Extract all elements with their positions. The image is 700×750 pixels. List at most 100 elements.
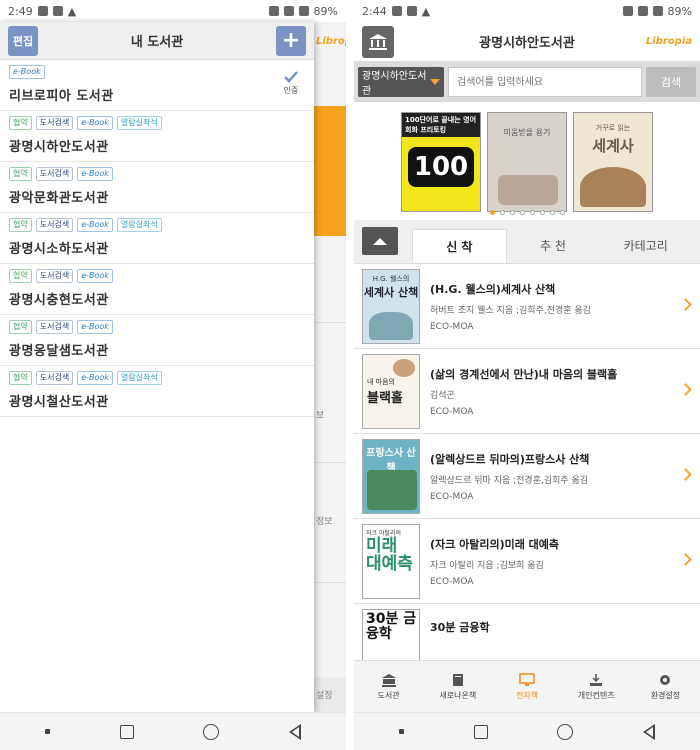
recents-icon[interactable] <box>119 724 134 739</box>
banner-book[interactable]: 100단어로 끝내는 영어회화 프리토킹 100 <box>401 112 481 212</box>
warning-icon: ▲ <box>67 4 77 18</box>
menu-dot-icon[interactable] <box>44 729 50 734</box>
battery-level: 89% <box>313 4 338 18</box>
cover-title: 블랙홀 <box>367 390 403 406</box>
certified-label: 인증 <box>283 86 299 95</box>
cover-title: 미래 <box>366 535 398 556</box>
tag-book-search: 도서검색 <box>35 116 74 130</box>
carousel-dot[interactable] <box>509 210 515 215</box>
tag-ebook: e-Book <box>77 218 113 232</box>
carousel-dot[interactable] <box>549 210 555 215</box>
library-item[interactable]: 협약 도서검색 e-Book 열람실좌석 광명시철산도서관 <box>0 366 314 417</box>
tag-ebook: e-Book <box>77 320 113 334</box>
dropdown-arrow-icon <box>430 79 440 85</box>
collapse-button[interactable] <box>362 227 398 255</box>
library-item[interactable]: e-Book 리브로피아 도서관 인증 <box>0 60 314 111</box>
book-title: (삶의 경계선에서 만난)내 마음의 블랙홀 <box>430 367 618 381</box>
cover-title: 세계사 산책 <box>363 285 419 299</box>
cover-subtitle: 내 마음의 <box>367 377 395 386</box>
notification-icon <box>391 6 402 16</box>
search-button[interactable]: 검색 <box>646 67 696 97</box>
search-input[interactable] <box>448 67 642 97</box>
book-row[interactable]: 자크 아탈리의 미래 대예측 (자크 아탈리의)미래 대예측 자크 아탈리 지음… <box>354 519 700 604</box>
book-row[interactable]: 내 마음의 블랙홀 (삶의 경계선에서 만난)내 마음의 블랙홀 김석곤 ECO… <box>354 349 700 434</box>
library-name: 광명옹달샘도서관 <box>9 344 109 359</box>
menu-settings[interactable]: 환경설정 <box>631 661 700 712</box>
book-cover: 자크 아탈리의 미래 대예측 <box>362 523 420 599</box>
status-time: 2:49 <box>8 4 33 18</box>
book-author: 알렉상드르 뒤마 지음 ;전경훈,김희주 옮김 <box>430 475 589 486</box>
book-title: (H.G. 웰스의)세계사 산책 <box>430 282 556 296</box>
home-icon[interactable] <box>203 723 220 740</box>
carousel-dot[interactable] <box>489 210 495 215</box>
tag-ebook: e-Book <box>77 116 113 130</box>
book-cover: 프랑스사 산책 <box>362 438 420 514</box>
library-icon <box>381 673 396 687</box>
tag-book-search: 도서검색 <box>35 269 74 283</box>
cover-image <box>393 358 415 377</box>
recents-icon[interactable] <box>473 724 488 739</box>
menu-library[interactable]: 도서관 <box>354 661 423 712</box>
tag-book-search: 도서검색 <box>35 320 74 334</box>
home-icon[interactable] <box>557 723 574 740</box>
banner-carousel[interactable]: 100단어로 끝내는 영어회화 프리토킹 100 미움받을 용기 거꾸로 읽는 … <box>354 102 700 220</box>
library-item[interactable]: 협약 도서검색 e-Book 광명시충현도서관 <box>0 264 314 315</box>
library-select[interactable]: 광명시하안도서관 <box>358 67 444 97</box>
tab-category[interactable]: 카테고리 <box>599 229 692 263</box>
library-home-button[interactable] <box>362 25 394 58</box>
drawer-title: 내 도서관 <box>130 35 184 50</box>
library-item[interactable]: 협약 도서검색 e-Book 열람실좌석 광명시소하도서관 <box>0 213 314 264</box>
add-library-button[interactable]: + <box>276 25 306 56</box>
notification-icon <box>37 6 48 16</box>
banner-cover-text: 100 <box>408 147 474 187</box>
book-list: H.G. 웰스의 세계사 산책 (H.G. 웰스의)세계사 산책 허버트 조지 … <box>354 264 700 689</box>
book-row[interactable]: H.G. 웰스의 세계사 산책 (H.G. 웰스의)세계사 산책 허버트 조지 … <box>354 264 700 349</box>
divider <box>314 462 346 463</box>
library-building-icon <box>369 33 387 50</box>
menu-label: 도서관 <box>377 690 400 700</box>
tag-agreement: 협약 <box>9 218 32 232</box>
banner-book[interactable]: 미움받을 용기 <box>487 112 567 212</box>
menu-new-books[interactable]: 새로나온책 <box>423 661 492 712</box>
library-item[interactable]: 협약 도서검색 e-Book 광명옹달샘도서관 <box>0 315 314 366</box>
back-icon[interactable] <box>643 723 656 740</box>
arrow-up-icon <box>373 237 387 245</box>
battery-level: 89% <box>667 4 692 18</box>
library-item[interactable]: 협약 도서검색 e-Book 광악문화관도서관 <box>0 162 314 213</box>
carousel-dot[interactable] <box>529 210 535 215</box>
certified-badge: 인증 <box>280 70 302 96</box>
carousel-dot[interactable] <box>559 210 565 215</box>
back-icon[interactable] <box>289 723 302 740</box>
tab-recommended[interactable]: 추 천 <box>507 229 600 263</box>
menu-ebook[interactable]: 전자책 <box>492 661 561 712</box>
edit-button[interactable]: 편집 <box>8 25 38 56</box>
book-author: 허버트 조지 웰스 지음 ;김희주,전경훈 옮김 <box>430 305 591 316</box>
carousel-dot[interactable] <box>519 210 525 215</box>
cover-image <box>498 175 558 205</box>
library-name: 리브로피아 도서관 <box>9 89 114 104</box>
menu-label: 전자책 <box>515 690 539 700</box>
tag-reading-room: 열람실좌석 <box>116 218 162 232</box>
book-source: ECO-MOA <box>430 321 474 332</box>
carousel-dot[interactable] <box>539 210 545 215</box>
book-source: ECO-MOA <box>430 406 474 417</box>
library-item[interactable]: 협약 도서검색 e-Book 열람실좌석 광명시하안도서관 <box>0 111 314 162</box>
menu-dot-icon[interactable] <box>398 729 404 734</box>
status-bar: 2:49 ▲ 89% <box>0 0 346 22</box>
tab-new-arrivals[interactable]: 신 착 <box>412 229 507 263</box>
signal-icon <box>652 6 663 16</box>
divider <box>314 322 346 323</box>
brand-logo: Libropia <box>645 36 692 47</box>
book-row[interactable]: 프랑스사 산책 (알렉상드르 뒤마의)프랑스사 산책 알렉상드르 뒤마 지음 ;… <box>354 434 700 519</box>
book-author: 자크 아탈리 지음 ;김보희 옮김 <box>430 560 544 571</box>
banner-book[interactable]: 거꾸로 읽는 세계사 <box>573 112 653 212</box>
carousel-dot[interactable] <box>499 210 505 215</box>
divider <box>314 582 346 583</box>
vibrate-icon <box>622 6 633 16</box>
menu-personal-content[interactable]: 개인컨텐츠 <box>562 661 631 712</box>
banner-cover-text: 세계사 <box>592 137 634 155</box>
notification-icon <box>406 6 417 16</box>
menu-label: 새로나온책 <box>439 690 477 700</box>
background-banner-strip <box>314 106 346 236</box>
book-title: 30분 금융학 <box>430 621 490 634</box>
